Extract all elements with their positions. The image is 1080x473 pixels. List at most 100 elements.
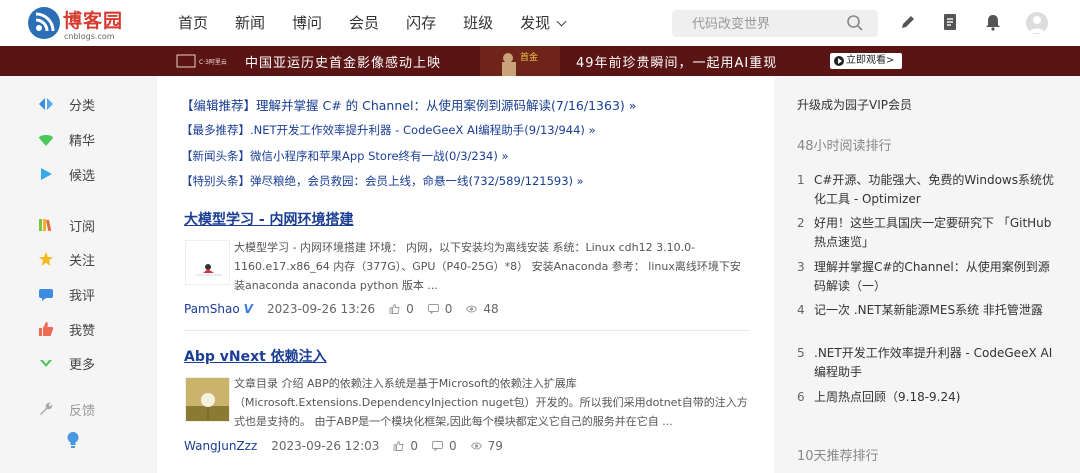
post-meta: PamShao V 2023-09-26 13:26 0 0 48 (184, 302, 499, 316)
search-input[interactable] (672, 10, 842, 37)
watch-now-button[interactable]: 立即观看> (830, 53, 902, 69)
books-icon (39, 219, 52, 232)
ranking-item[interactable]: 3 理解并掌握C#的Channel：从使用案例到源码解读（一） (797, 258, 1057, 296)
main-nav: 首页 新闻 博问 会员 闪存 班级 发现 (178, 0, 592, 46)
play-icon (41, 168, 52, 180)
post-thumbnail[interactable] (185, 240, 230, 285)
ranking-item[interactable]: 4 记一次 .NET某新能源MES系统 非托管泄露 (797, 301, 1057, 320)
post-meta: WangJunZzz 2023-09-26 12:03 0 0 79 (184, 439, 503, 453)
sidebar-item-category[interactable]: 分类 (38, 94, 95, 114)
sidebar-item-follow[interactable]: 关注 (38, 249, 95, 269)
nav-discover[interactable]: 发现 (520, 0, 567, 46)
post-date: 2023-09-26 12:03 (271, 439, 380, 453)
wrench-icon (40, 402, 53, 415)
star-icon (39, 252, 53, 266)
thumbs-up-icon[interactable] (389, 304, 400, 314)
sidebar-item-label: 我评 (69, 288, 96, 304)
watch-now-label: 立即观看> (846, 55, 895, 66)
sidebar-item-label: 候选 (69, 168, 96, 184)
ranking-10d-heading: 10天推荐排行 (797, 449, 879, 464)
comment-icon[interactable] (432, 441, 443, 451)
logo-title: 博客园 (63, 10, 124, 32)
ranking-title: 上周热点回顾（9.18-9.24) (814, 390, 961, 404)
ranking-title: 记一次 .NET某新能源MES系统 非托管泄露 (814, 303, 1043, 317)
post-likes: 0 (406, 302, 414, 316)
thumbs-up-icon[interactable] (393, 441, 404, 451)
post-views: 79 (487, 439, 503, 453)
recommend-news-link[interactable]: 【新闻头条】微信小程序和苹果App Store终有一战(0/3/234) » (181, 148, 509, 164)
sidebar-item-more[interactable]: 更多 (38, 353, 95, 373)
sidebar-item-my-comments[interactable]: 我评 (38, 284, 95, 304)
nav-class[interactable]: 班级 (463, 0, 493, 46)
avatar[interactable] (1026, 12, 1048, 34)
ranking-number: 4 (797, 303, 805, 317)
right-column: 升级成为园子VIP会员 48小时阅读排行 1 C#开源、功能强大、免费的Wind… (774, 76, 1080, 473)
sidebar-item-candidate[interactable]: 候选 (38, 164, 95, 184)
site-logo[interactable]: 博客园 cnblogs.com (28, 6, 128, 41)
sidebar-item-label: 更多 (69, 357, 96, 373)
main-content: 【编辑推荐】理解并掌握 C# 的 Channel：从使用案例到源码解读(7/16… (157, 76, 774, 473)
sidebar-item-feedback[interactable]: 反馈 (38, 399, 95, 419)
edit-icon[interactable] (898, 12, 918, 32)
sidebar-item-my-likes[interactable]: 我赞 (38, 319, 95, 339)
post-likes: 0 (410, 439, 419, 453)
sidebar-item-subscribe[interactable]: 订阅 (38, 215, 95, 235)
nav-home[interactable]: 首页 (178, 0, 208, 46)
eye-icon (466, 305, 478, 313)
ranking-item[interactable]: 5 .NET开发工作效率提升利器 - CodeGeeX AI编程助手 (797, 344, 1057, 382)
nav-questions[interactable]: 博问 (292, 0, 322, 46)
nav-vip[interactable]: 会员 (349, 0, 379, 46)
ranking-number: 5 (797, 346, 805, 360)
post-thumbnail[interactable] (185, 377, 230, 422)
post-title[interactable]: Abp vNext 依赖注入 (184, 346, 327, 366)
post-author[interactable]: PamShao (184, 302, 240, 316)
ranking-title: 好用！这些工具国庆一定要研究下 「GitHub 热点速览」 (814, 216, 1052, 249)
ad-banner[interactable]: C·3阿里云 中国亚运历史首金影像感动上映 首金 49年前珍贵瞬间，一起用AI重… (0, 46, 1080, 76)
banner-headline: 中国亚运历史首金影像感动上映 (245, 56, 442, 71)
sidebar-item-label: 反馈 (69, 403, 96, 419)
nav-news[interactable]: 新闻 (235, 0, 265, 46)
comment-icon[interactable] (427, 304, 439, 314)
verified-badge: V (243, 302, 253, 316)
recommend-most-link[interactable]: 【最多推荐】.NET开发工作效率提升利器 - CodeGeeX AI编程助手(9… (181, 122, 596, 138)
recommend-editor-link[interactable]: 【编辑推荐】理解并掌握 C# 的 Channel：从使用案例到源码解读(7/16… (181, 95, 636, 114)
ranking-title: C#开源、功能强大、免费的Windows系统优化工具 - Optimizer (814, 173, 1055, 206)
post-date: 2023-09-26 13:26 (266, 302, 376, 316)
vip-link[interactable]: 升级成为园子VIP会员 (797, 96, 912, 113)
bell-icon[interactable] (983, 12, 1003, 32)
gem-icon (39, 135, 53, 146)
ranking-title: .NET开发工作效率提升利器 - CodeGeeX AI编程助手 (814, 346, 1053, 379)
ranking-48h-heading: 48小时阅读排行 (797, 139, 892, 154)
post-views: 48 (483, 302, 499, 316)
ranking-item[interactable]: 2 好用！这些工具国庆一定要研究下 「GitHub 热点速览」 (797, 214, 1057, 252)
ranking-item[interactable]: 6 上周热点回顾（9.18-9.24) (797, 388, 1057, 407)
nav-discover-label: 发现 (520, 14, 551, 32)
chevron-down-icon (556, 16, 567, 27)
banner-logo-icon: C·3阿里云 (176, 54, 227, 68)
svg-text:C·3阿里云: C·3阿里云 (199, 58, 227, 66)
ranking-item[interactable]: 1 C#开源、功能强大、免费的Windows系统优化工具 - Optimizer (797, 171, 1057, 209)
search-box (672, 10, 878, 37)
comment-icon (39, 289, 53, 301)
logo-subtitle: cnblogs.com (64, 32, 115, 41)
thumbs-up-icon (39, 322, 54, 336)
sidebar-item-label: 我赞 (69, 323, 96, 339)
sidebar-item-label: 订阅 (69, 219, 96, 235)
banner-subline: 49年前珍贵瞬间，一起用AI重现 (576, 56, 778, 71)
recommend-special-link[interactable]: 【特别头条】弹尽粮绝，会员救园：会员上线，命悬一线(732/589/121593… (181, 173, 584, 189)
document-icon[interactable] (940, 12, 960, 32)
nav-flash[interactable]: 闪存 (406, 0, 436, 46)
sidebar-item-featured[interactable]: 精华 (38, 129, 95, 149)
post-divider (184, 330, 750, 331)
rss-logo-icon (28, 7, 60, 39)
ranking-number: 6 (797, 390, 805, 404)
svg-text:首金: 首金 (520, 51, 538, 63)
search-icon[interactable] (846, 14, 864, 32)
post-author[interactable]: WangJunZzz (184, 439, 257, 453)
lightbulb-icon[interactable] (66, 431, 80, 449)
sidebar-item-label: 精华 (69, 133, 96, 149)
post-title[interactable]: 大模型学习 - 内网环境搭建 (184, 209, 354, 229)
left-sidebar: 分类 精华 候选 订阅 关注 我评 我赞 更多 反馈 (0, 76, 157, 473)
chevron-down-icon (40, 360, 52, 367)
category-icon (39, 98, 53, 110)
